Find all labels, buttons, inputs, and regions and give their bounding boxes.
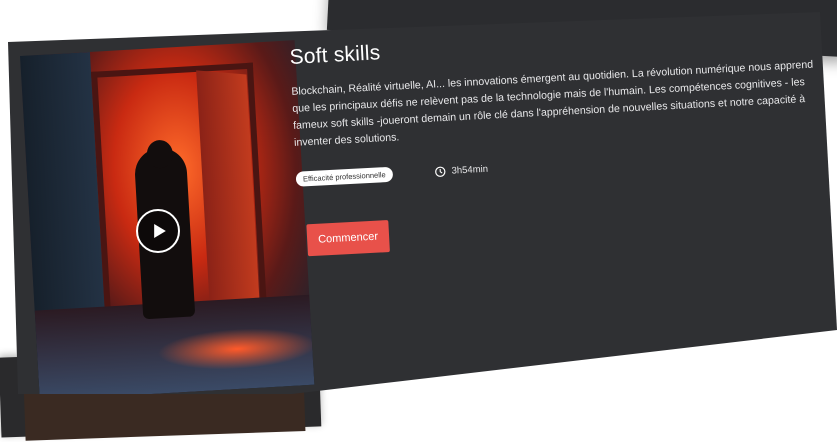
play-icon — [153, 224, 166, 238]
course-description: Blockchain, Réalité virtuelle, AI... les… — [291, 58, 814, 149]
course-details: Soft skills Blockchain, Réalité virtuell… — [289, 18, 837, 257]
course-duration: 3h54min — [434, 164, 488, 178]
start-button[interactable]: Commencer — [306, 220, 390, 257]
duration-label: 3h54min — [451, 163, 489, 177]
course-card: Soft skills Blockchain, Réalité virtuell… — [8, 12, 837, 394]
play-button[interactable] — [136, 209, 180, 253]
category-tag[interactable]: Efficacité professionnelle — [295, 166, 394, 187]
clock-icon — [434, 166, 446, 177]
course-meta: Efficacité professionnelle 3h54min — [295, 144, 836, 187]
